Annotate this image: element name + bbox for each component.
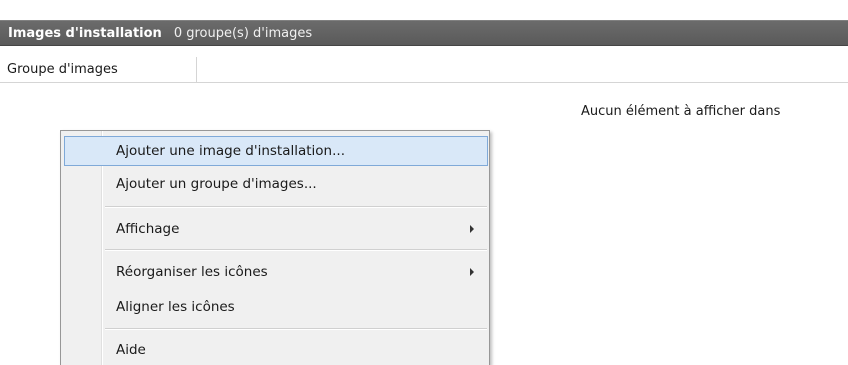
- menu-item-help[interactable]: Aide: [64, 335, 488, 365]
- menu-item-label: Affichage: [116, 221, 180, 237]
- page-title: Images d'installation: [8, 25, 162, 41]
- menu-item-add-install-image[interactable]: Ajouter une image d'installation...: [64, 136, 488, 166]
- menu-item-view[interactable]: Affichage: [64, 214, 488, 244]
- menu-item-arrange-icons[interactable]: Réorganiser les icônes: [64, 257, 488, 287]
- menu-item-label: Ajouter un groupe d'images...: [116, 176, 317, 192]
- menu-gutter-highlight: [102, 131, 103, 365]
- group-count: 0 groupe(s) d'images: [173, 25, 313, 41]
- empty-list-message: Aucun élément à afficher dans: [581, 104, 781, 119]
- submenu-arrow-icon: [470, 268, 474, 276]
- header-bar: Images d'installation 0 groupe(s) d'imag…: [0, 20, 848, 46]
- menu-item-label: Aide: [116, 342, 146, 358]
- menu-separator: [105, 249, 487, 251]
- menu-separator: [105, 206, 487, 208]
- top-strip: [0, 0, 848, 20]
- column-header-group[interactable]: Groupe d'images: [0, 57, 197, 83]
- menu-separator: [105, 328, 487, 330]
- menu-item-label: Réorganiser les icônes: [116, 264, 268, 280]
- context-menu: Ajouter une image d'installation... Ajou…: [60, 130, 490, 365]
- menu-item-align-icons[interactable]: Aligner les icônes: [64, 292, 488, 322]
- menu-item-add-image-group[interactable]: Ajouter un groupe d'images...: [64, 169, 488, 199]
- menu-item-label: Ajouter une image d'installation...: [116, 143, 345, 159]
- column-header: Groupe d'images: [0, 57, 848, 83]
- menu-item-label: Aligner les icônes: [116, 299, 235, 315]
- submenu-arrow-icon: [470, 225, 474, 233]
